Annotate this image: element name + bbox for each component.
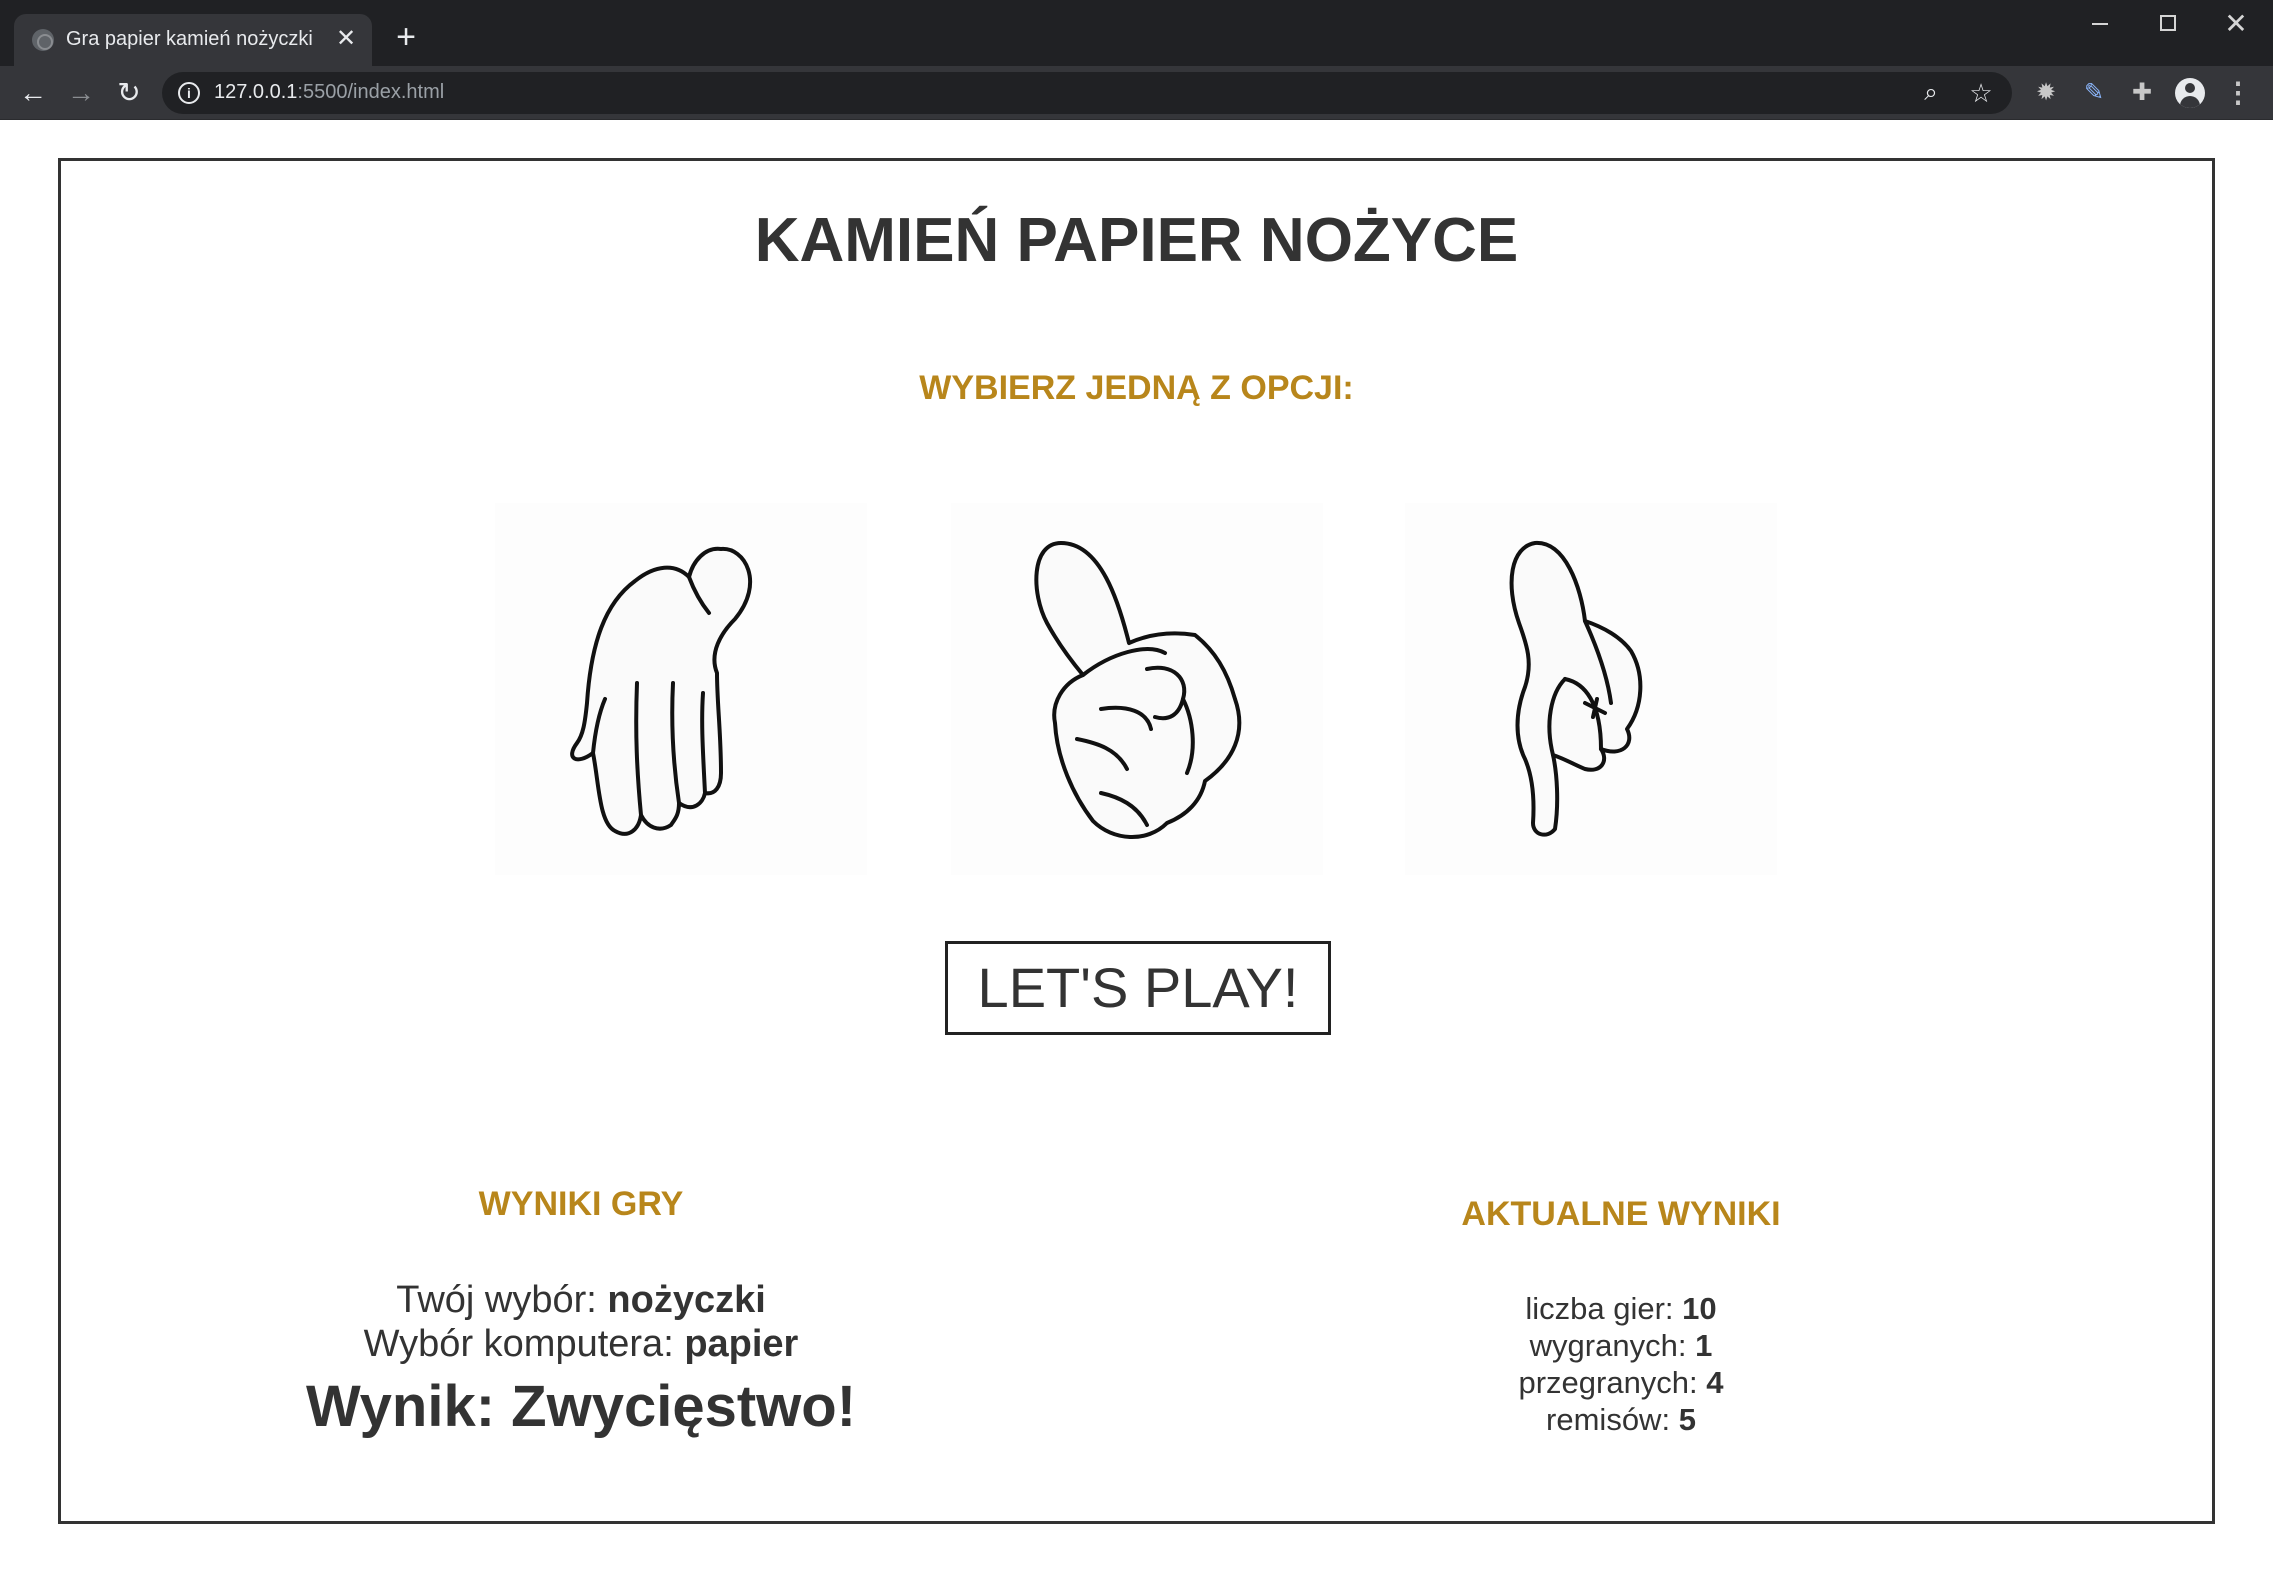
- games-count-label: liczba gier:: [1525, 1291, 1674, 1326]
- games-count-value: 10: [1682, 1291, 1717, 1326]
- result-label: Wynik:: [305, 1374, 496, 1439]
- choose-prompt: WYBIERZ JEDNĄ Z OPCJI:: [919, 369, 1354, 407]
- zoom-icon[interactable]: ⌕: [1916, 78, 1946, 108]
- result-value: Zwycięstwo!: [511, 1374, 857, 1439]
- pen-icon[interactable]: ✎: [2078, 77, 2110, 109]
- browser-tabbar: Gra papier kamień nożyczki ✕ + ✕: [0, 0, 2273, 66]
- computer-choice-label: Wybór komputera:: [363, 1323, 674, 1365]
- avatar-icon[interactable]: [2174, 77, 2206, 109]
- globe-icon: [32, 29, 54, 51]
- losses-count-label: przegranych:: [1518, 1365, 1698, 1400]
- stats-heading: AKTUALNE WYNIKI: [1461, 1195, 1781, 1233]
- wins-count-line: wygranych: 1: [1101, 1328, 2141, 1364]
- info-icon[interactable]: i: [178, 82, 200, 104]
- address-bar[interactable]: i 127.0.0.1:5500/index.html ⌕ ☆: [162, 72, 2012, 114]
- your-choice-value: nożyczki: [607, 1279, 766, 1321]
- gear-icon[interactable]: ✹: [2030, 77, 2062, 109]
- kebab-menu-icon[interactable]: ⋮: [2222, 77, 2254, 109]
- maximize-icon[interactable]: [2136, 8, 2200, 40]
- minimize-icon[interactable]: [2068, 8, 2132, 40]
- result-line: Wynik: Zwycięstwo!: [61, 1373, 1101, 1440]
- option-paper[interactable]: [495, 503, 867, 875]
- scissors-hand-icon: [1509, 540, 1643, 837]
- option-scissors[interactable]: [1405, 503, 1777, 875]
- puzzle-icon[interactable]: ✚: [2126, 77, 2158, 109]
- browser-toolbar: ← → ↻ i 127.0.0.1:5500/index.html ⌕ ☆ ✹ …: [0, 66, 2273, 120]
- draws-count-label: remisów:: [1546, 1402, 1671, 1437]
- forward-arrow-icon[interactable]: →: [64, 76, 98, 110]
- your-choice-line: Twój wybór: nożyczki: [61, 1279, 1101, 1322]
- losses-count-value: 4: [1706, 1365, 1724, 1400]
- plus-icon[interactable]: +: [388, 20, 424, 56]
- option-rock[interactable]: [951, 503, 1323, 875]
- url-text[interactable]: 127.0.0.1:5500/index.html: [214, 81, 444, 104]
- games-count-line: liczba gier: 10: [1101, 1291, 2141, 1327]
- game-container: KAMIEŃ PAPIER NOŻYCE WYBIERZ JEDNĄ Z OPC…: [58, 158, 2215, 1524]
- computer-choice-value: papier: [684, 1323, 799, 1365]
- computer-choice-line: Wybór komputera: papier: [61, 1323, 1101, 1366]
- reload-icon[interactable]: ↻: [112, 76, 146, 110]
- page-title: KAMIEŃ PAPIER NOŻYCE: [754, 206, 1519, 275]
- wins-count-label: wygranych:: [1529, 1328, 1687, 1363]
- losses-count-line: przegranych: 4: [1101, 1365, 2141, 1401]
- draws-count-line: remisów: 5: [1101, 1402, 2141, 1438]
- draws-count-value: 5: [1678, 1402, 1696, 1437]
- window-close-icon[interactable]: ✕: [2204, 8, 2268, 40]
- back-arrow-icon[interactable]: ←: [16, 76, 50, 110]
- star-icon[interactable]: ☆: [1966, 78, 1996, 108]
- close-icon[interactable]: ✕: [330, 23, 362, 55]
- your-choice-label: Twój wybór:: [396, 1279, 597, 1321]
- tab-title: Gra papier kamień nożyczki: [66, 28, 313, 50]
- browser-tab[interactable]: Gra papier kamień nożyczki ✕: [14, 14, 372, 66]
- game-results-heading: WYNIKI GRY: [478, 1185, 684, 1223]
- wins-count-value: 1: [1695, 1328, 1713, 1363]
- lets-play-button[interactable]: LET'S PLAY!: [945, 941, 1331, 1035]
- rock-fist-icon: [1034, 541, 1242, 839]
- paper-hand-icon: [570, 546, 753, 836]
